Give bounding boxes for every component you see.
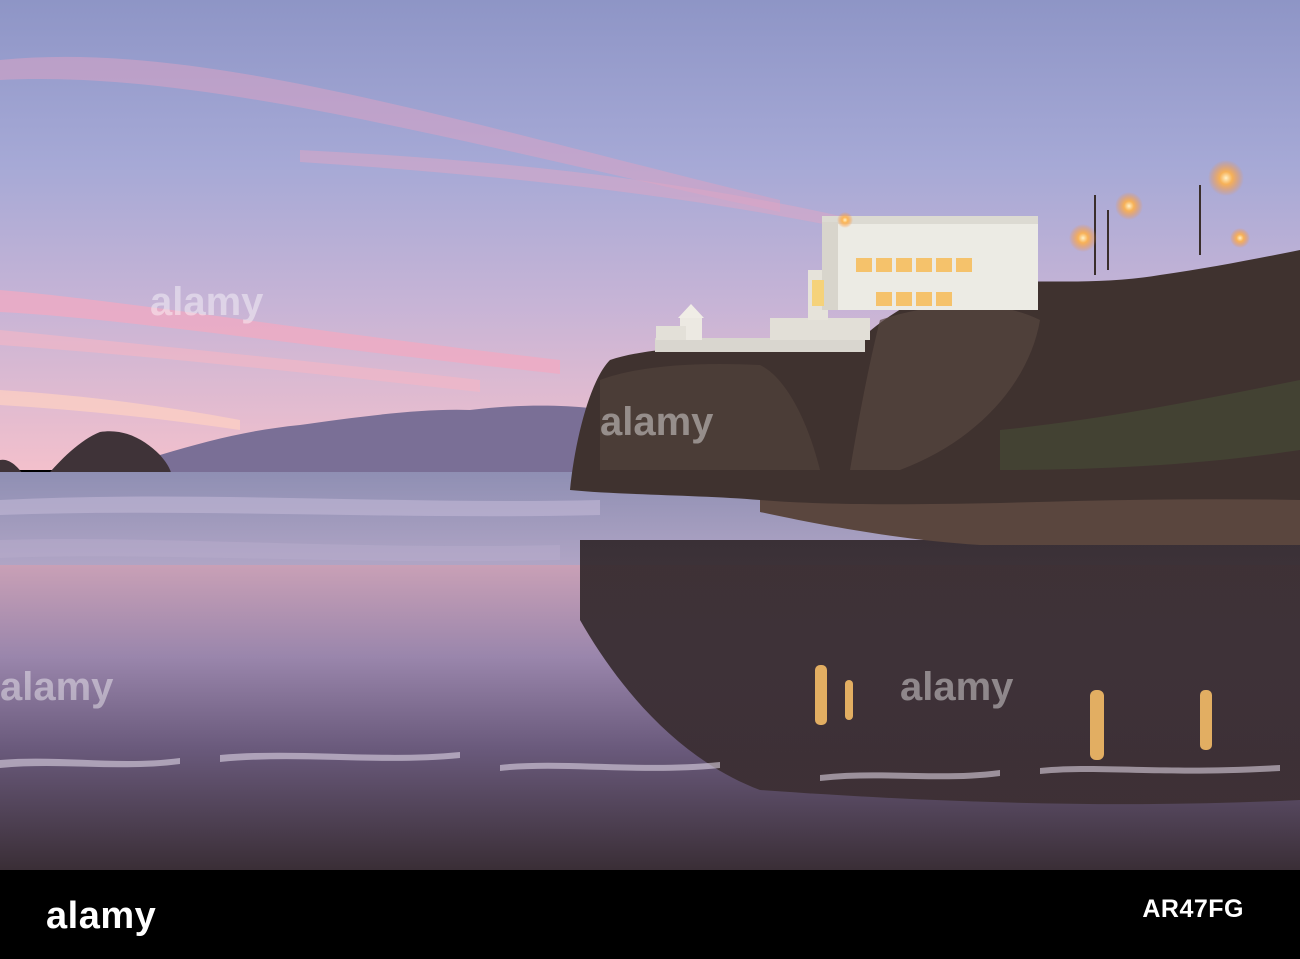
footer-bar [0,870,1300,959]
watermark-text: alamy [900,665,1014,709]
image-id-label: AR47FG [1142,895,1244,923]
stock-photo: alamy alamy alamy alamy alamy AR47FG [0,0,1300,959]
alamy-logo: alamy [46,880,156,952]
watermark-text: alamy [150,280,264,324]
watermark-text: alamy [0,665,114,709]
logo-text: alamy [46,894,157,937]
watermark-text: alamy [600,400,714,444]
